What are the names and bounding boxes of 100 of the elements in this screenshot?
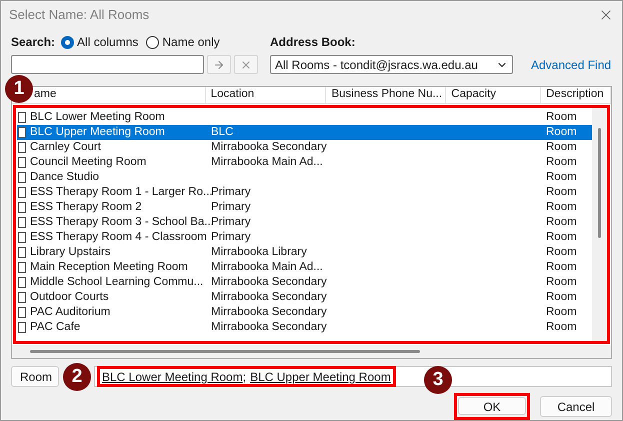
table-cell-text: Room [546, 230, 577, 245]
room-icon [18, 172, 26, 183]
table-cell-text: Room [546, 244, 577, 260]
table-cell: BLC [211, 126, 234, 138]
table-cell-text: Room [546, 214, 577, 230]
table-cell: Mirrabooka Secondary [211, 320, 327, 333]
table-cell: Mirrabooka Secondary [211, 306, 327, 318]
clear-button[interactable] [234, 55, 258, 74]
table-cell-text: Dance Studio [30, 170, 100, 185]
room-icon [18, 202, 26, 213]
room-icon [18, 157, 26, 168]
radio-button[interactable] [61, 36, 74, 48]
room-icon [18, 307, 26, 318]
table-cell-text: Main Reception Meeting Room [30, 260, 188, 275]
radio-option[interactable]: Name only [146, 33, 220, 51]
table-cell-text: Room [546, 154, 577, 170]
table-cell-text: Room [546, 290, 577, 305]
table-cell-text: Outdoor Courts [30, 290, 109, 305]
room-icon [18, 262, 26, 273]
horizontal-scrollbar[interactable] [12, 345, 611, 358]
radio-button[interactable] [146, 36, 160, 48]
search-field[interactable] [11, 55, 204, 74]
table-cell-text: ESS Therapy Room 4 - Classroom [30, 230, 207, 245]
cancel-button[interactable]: Cancel [540, 396, 612, 417]
table-cell-text: Room [546, 304, 577, 320]
table-row[interactable]: Library Upstairs Mirrabooka Library Room [17, 245, 592, 260]
table-cell: Mirrabooka Library [211, 246, 307, 258]
room-icon [18, 322, 26, 333]
room-icon [18, 232, 26, 243]
number-badge: 2 [63, 363, 91, 391]
window-title: Select Name: All Rooms [9, 6, 150, 24]
table-cell-text: PAC Cafe [30, 320, 80, 335]
arrow-icon [213, 58, 225, 70]
recipient-link[interactable]: BLC Upper Meeting Room [250, 368, 391, 386]
column-header[interactable]: Capacity [451, 86, 496, 104]
rooms-button[interactable]: Room [11, 366, 59, 387]
table-row[interactable]: ESS Therapy Room 4 - Classroom Primary Room [17, 230, 592, 245]
table-row[interactable]: ESS Therapy Room 1 - Larger Ro...Primary Room [17, 185, 592, 200]
table-cell: Mirrabooka Secondary [211, 290, 327, 303]
column-header[interactable]: Description [546, 86, 604, 104]
table-row[interactable]: Council Meeting Room Mirrabooka Main Ad... Room [17, 155, 592, 170]
address-book-dropdown[interactable]: All Rooms - tcondit@jsracs.wa.edu.au [270, 55, 513, 74]
room-icon [18, 292, 26, 303]
table-cell-text: Library Upstairs [30, 244, 111, 260]
table-cell-text: BLC Upper Meeting Room [30, 124, 165, 140]
table-row[interactable]: Dance Studio Room [17, 170, 592, 185]
table-cell-text: Room [546, 260, 577, 275]
table-row[interactable]: PAC Auditorium Mirrabooka Secondary Room [17, 305, 592, 320]
table-cell-text: Room [546, 170, 577, 185]
recipient-link[interactable]: BLC Lower Meeting Room [102, 368, 243, 386]
table-cell-text: Room [546, 184, 577, 200]
table-row[interactable]: Outdoor Courts Mirrabooka Secondary Room [17, 290, 592, 305]
column-header[interactable]: ame [34, 86, 56, 104]
radio-option[interactable]: All columns [61, 33, 138, 51]
room-icon [18, 277, 26, 288]
room-icon [18, 127, 26, 138]
column-header[interactable]: Business Phone Nu... [331, 86, 442, 104]
table-cell-text: BLC Lower Meeting Room [30, 110, 165, 125]
table-cell: Mirrabooka Main Ad... [211, 260, 323, 273]
ok-button[interactable]: OK [458, 397, 526, 415]
table-cell-text: PAC Auditorium [30, 304, 110, 320]
table-row[interactable]: ESS Therapy Room 3 - School Ba...Primary Room [17, 215, 592, 230]
vertical-scrollbar[interactable] [592, 108, 607, 341]
room-icon [18, 187, 26, 198]
table-row[interactable]: Middle School Learning Commu... Mirrabooka Secondary Room [17, 275, 592, 290]
table-row[interactable]: BLC Lower Meeting Room Room [17, 110, 592, 125]
search-label: Search: [11, 34, 56, 51]
table-row[interactable]: Main Reception Meeting Room Mirrabooka Main Ad... Room [17, 260, 592, 275]
room-icon [18, 112, 26, 123]
table-row[interactable]: Carnley Court Mirrabooka Secondary Room [17, 140, 592, 155]
table-cell: Mirrabooka Secondary [211, 140, 327, 153]
table-cell-text: Room [546, 274, 577, 290]
table-cell: Mirrabooka Secondary [211, 276, 327, 288]
table-cell: Primary [211, 200, 251, 213]
separator: ; [242, 368, 246, 386]
table-cell-text: Room [546, 140, 577, 155]
advanced-find-link[interactable]: Advanced Find [531, 56, 612, 74]
table-cell: Mirrabooka Main Ad... [211, 156, 323, 168]
table-cell-text: Room [546, 110, 577, 125]
go-button[interactable] [207, 55, 231, 74]
table-cell-text: Carnley Court [30, 140, 101, 155]
table-cell-text: ESS Therapy Room 2 [30, 200, 142, 215]
table-cell-text: Room [546, 200, 577, 215]
table-cell: Primary [211, 216, 251, 228]
table-cell: Primary [211, 230, 251, 243]
table-cell-text: Middle School Learning Commu... [30, 274, 204, 290]
room-icon [18, 247, 26, 258]
address-book-label: Address Book: [270, 34, 356, 50]
table-row[interactable]: BLC Upper Meeting Room BLC Room [17, 125, 592, 140]
table-cell: Primary [211, 186, 251, 198]
number-badge: 1 [5, 75, 33, 103]
table-cell-text: Room [546, 124, 577, 140]
column-header[interactable]: Location [210, 86, 254, 104]
table-row[interactable]: PAC Cafe Mirrabooka Secondary Room [17, 320, 592, 335]
table-cell-text: Council Meeting Room [30, 154, 146, 170]
room-icon [18, 217, 26, 228]
clear-icon [240, 58, 252, 70]
table-row[interactable]: ESS Therapy Room 2 Primary Room [17, 200, 592, 215]
room-icon [18, 142, 26, 153]
table-cell-text: ESS Therapy Room 1 - Larger Ro... [30, 184, 213, 200]
